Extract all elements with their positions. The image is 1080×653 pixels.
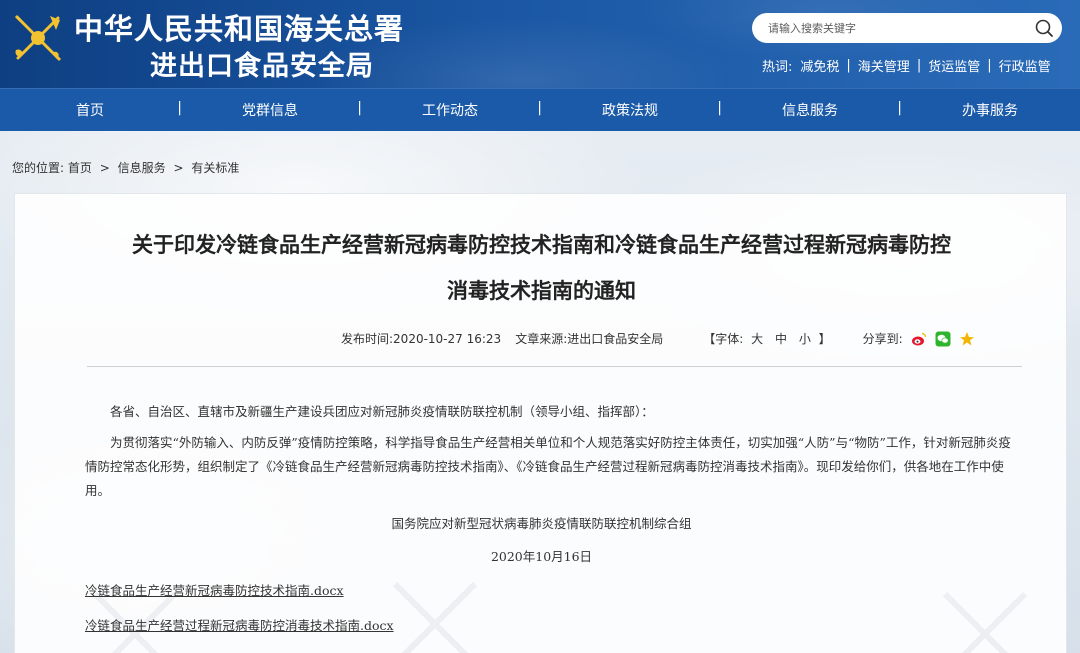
font-size-medium-button[interactable]: 中 [775,332,787,346]
nav-item-work-news[interactable]: 工作动态 [360,100,542,120]
main-nav: 首页 党群信息 工作动态 政策法规 信息服务 办事服务 [0,88,1080,131]
separator: | [846,57,851,73]
article-title: 关于印发冷链食品生产经营新冠病毒防控技术指南和冷链食品生产经营过程新冠病毒防控 … [15,222,1066,314]
hot-word-link[interactable]: 海关管理 [858,56,910,75]
article-title-line1: 关于印发冷链食品生产经营新冠病毒防控技术指南和冷链食品生产经营过程新冠病毒防控 [132,233,951,257]
hot-word-link[interactable]: 减免税 [800,56,839,75]
watermark-emblem [92,581,1028,653]
separator: | [916,57,922,73]
article-paragraph: 为贯彻落实“外防输入、内防反弹”疫情防控策略，科学指导食品生产经营相关单位和个人… [85,435,1011,498]
publish-time-label: 发布时间: [341,332,394,346]
nav-item-online-service[interactable]: 办事服务 [900,100,1080,120]
favorite-star-icon[interactable] [959,331,975,347]
hot-words: 热词: 减免税 | 海关管理 | 货运监管 | 行政监管 [762,56,1051,75]
hot-words-label: 热词: [762,59,793,75]
breadcrumb-info-service[interactable]: 信息服务 [118,161,166,175]
article-title-line2: 消毒技术指南的通知 [447,279,636,303]
article-body: 各省、自治区、直辖市及新疆生产建设兵团应对新冠肺炎疫情联防联控机制（领导小组、指… [85,400,1019,503]
hot-word-link[interactable]: 货运监管 [928,56,980,75]
separator: | [987,57,992,73]
font-size-control: 【字体: 大 中 小 】 [703,330,830,347]
customs-emblem-icon[interactable] [10,10,66,66]
breadcrumb-prefix: 您的位置: [12,161,65,175]
breadcrumb-separator: > [173,161,184,175]
source-label: 文章来源: [515,332,568,346]
sign-date: 2020年10月16日 [490,549,593,564]
publish-time: 2020-10-27 16:23 [393,331,502,346]
article-meta: 发布时间: 2020-10-27 16:23 文章来源: 进出口食品安全局 【字… [341,330,975,347]
attachment-link[interactable]: 冷链食品生产经营过程新冠病毒防控消毒技术指南.docx [85,615,394,634]
font-size-prefix: 【字体: [703,332,744,346]
nav-item-party-info[interactable]: 党群信息 [180,100,362,120]
share-label: 分享到: [862,332,903,346]
breadcrumb-home[interactable]: 首页 [68,161,92,175]
nav-item-home[interactable]: 首页 [0,100,182,120]
hot-word-link[interactable]: 行政监管 [999,56,1051,75]
search-icon[interactable] [1034,18,1054,38]
wechat-icon[interactable] [935,331,951,347]
signer: 国务院应对新型冠状病毒肺炎疫情联防联控机制综合组 [391,516,692,531]
meta-divider [87,366,1022,367]
article-paragraph: 各省、自治区、直辖市及新疆生产建设兵团应对新冠肺炎疫情联防联控机制（领导小组、指… [110,404,654,419]
font-size-small-button[interactable]: 小 [799,332,811,346]
attachment-link[interactable]: 冷链食品生产经营新冠病毒防控技术指南.docx [85,580,344,599]
breadcrumb: 您的位置: 首页 > 信息服务 > 有关标准 [12,159,239,176]
source: 进出口食品安全局 [567,332,664,346]
breadcrumb-separator: > [99,161,110,175]
share-bar: 分享到: [863,330,975,347]
nav-item-policy[interactable]: 政策法规 [540,100,722,120]
site-header: 中华人民共和国海关总署 进出口食品安全局 热词: 减免税 | 海关管理 | 货运… [0,0,1080,88]
font-size-large-button[interactable]: 大 [751,332,763,346]
search-box [752,13,1062,43]
site-title-main[interactable]: 中华人民共和国海关总署 [74,6,404,48]
site-title-sub[interactable]: 进出口食品安全局 [150,44,374,83]
nav-item-info-service[interactable]: 信息服务 [720,100,902,120]
font-size-suffix: 】 [818,332,831,346]
breadcrumb-standards[interactable]: 有关标准 [191,161,239,175]
weibo-icon[interactable] [911,331,927,347]
search-input[interactable] [768,17,1018,39]
article-card: 关于印发冷链食品生产经营新冠病毒防控技术指南和冷链食品生产经营过程新冠病毒防控 … [14,193,1067,653]
